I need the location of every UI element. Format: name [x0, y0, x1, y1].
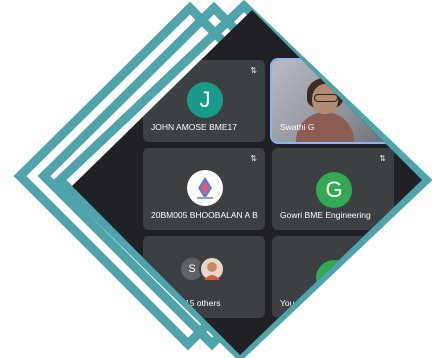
participant-tile-gowri[interactable]: ⇅ G Gowri BME Engineering [272, 148, 394, 230]
participant-name: 20BM005 BHOOBALAN A B [151, 210, 258, 220]
profile-logo [187, 170, 223, 206]
participant-tile-bhoobalan[interactable]: ⇅ 20BM005 BHOOBALAN A B [143, 148, 265, 230]
avatar-letter: J [199, 87, 211, 112]
person-icon [204, 262, 220, 280]
avatar: J [187, 82, 223, 118]
profile-photo [199, 256, 225, 282]
logo-icon [197, 177, 213, 199]
pin-icon[interactable]: ⇅ [250, 66, 257, 75]
participant-name: JOHN AMOSE BME17 [151, 122, 237, 132]
participant-name: Gowri BME Engineering [280, 210, 371, 220]
avatar-letter: G [325, 177, 343, 202]
stage: ⇅ J JOHN AMOSE BME17 ⇅ Swathi G ⇅ 20BM00… [0, 0, 432, 358]
pin-icon[interactable]: ⇅ [250, 154, 257, 163]
avatar-letter: S [188, 263, 196, 275]
participant-name: Swathi G [280, 122, 315, 132]
pin-icon[interactable]: ⇅ [379, 154, 386, 163]
avatar: G [316, 172, 352, 208]
glasses [314, 94, 338, 102]
